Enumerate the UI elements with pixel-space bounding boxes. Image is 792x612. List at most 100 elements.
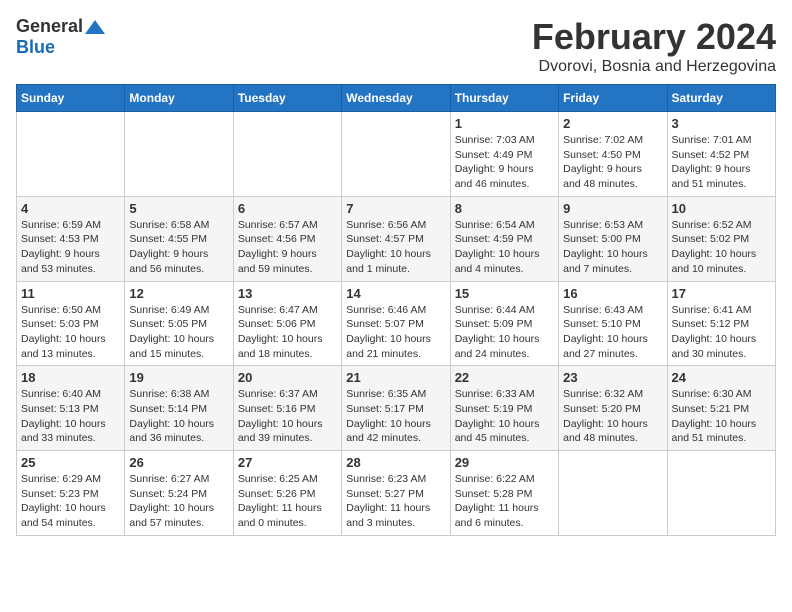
calendar-cell: 24 Sunrise: 6:30 AMSunset: 5:21 PMDayligh…	[667, 366, 775, 451]
day-info: Sunrise: 6:32 AMSunset: 5:20 PMDaylight:…	[563, 387, 662, 446]
calendar-cell: 3Sunrise: 7:01 AMSunset: 4:52 PMDaylight…	[667, 112, 775, 197]
calendar-cell: 14 Sunrise: 6:46 AMSunset: 5:07 PMDayligh…	[342, 281, 450, 366]
calendar-cell: 19 Sunrise: 6:38 AMSunset: 5:14 PMDayligh…	[125, 366, 233, 451]
logo-general-text: General	[16, 16, 83, 37]
calendar-cell: 7 Sunrise: 6:56 AMSunset: 4:57 PMDaylight…	[342, 196, 450, 281]
calendar-cell: 25 Sunrise: 6:29 AMSunset: 5:23 PMDayligh…	[17, 451, 125, 536]
weekday-header-tuesday: Tuesday	[233, 85, 341, 112]
title-area: February 2024 Dvorovi, Bosnia and Herzeg…	[532, 16, 776, 76]
calendar-cell: 17 Sunrise: 6:41 AMSunset: 5:12 PMDayligh…	[667, 281, 775, 366]
weekday-header-thursday: Thursday	[450, 85, 558, 112]
calendar-cell: 1 Sunrise: 7:03 AMSunset: 4:49 PMDaylight…	[450, 112, 558, 197]
calendar-table: SundayMondayTuesdayWednesdayThursdayFrid…	[16, 84, 776, 536]
day-info: Sunrise: 6:23 AMSunset: 5:27 PMDaylight:…	[346, 472, 445, 531]
calendar-cell: 8Sunrise: 6:54 AMSunset: 4:59 PMDaylight…	[450, 196, 558, 281]
calendar-cell: 29 Sunrise: 6:22 AMSunset: 5:28 PMDayligh…	[450, 451, 558, 536]
calendar-week-row: 4 Sunrise: 6:59 AMSunset: 4:53 PMDaylight…	[17, 196, 776, 281]
calendar-cell: 23 Sunrise: 6:32 AMSunset: 5:20 PMDayligh…	[559, 366, 667, 451]
calendar-cell: 4 Sunrise: 6:59 AMSunset: 4:53 PMDaylight…	[17, 196, 125, 281]
month-title: February 2024	[532, 16, 776, 58]
calendar-cell: 26 Sunrise: 6:27 AMSunset: 5:24 PMDayligh…	[125, 451, 233, 536]
day-number: 6	[238, 201, 337, 216]
day-number: 10	[672, 201, 771, 216]
day-info: Sunrise: 6:37 AMSunset: 5:16 PMDaylight:…	[238, 387, 337, 446]
day-info: Sunrise: 6:52 AMSunset: 5:02 PMDaylight:…	[672, 218, 771, 277]
calendar-cell	[125, 112, 233, 197]
calendar-cell: 2Sunrise: 7:02 AMSunset: 4:50 PMDaylight…	[559, 112, 667, 197]
day-number: 24	[672, 370, 771, 385]
calendar-cell: 16 Sunrise: 6:43 AMSunset: 5:10 PMDayligh…	[559, 281, 667, 366]
day-number: 26	[129, 455, 228, 470]
calendar-cell: 21Sunrise: 6:35 AMSunset: 5:17 PMDayligh…	[342, 366, 450, 451]
day-info: Sunrise: 6:40 AMSunset: 5:13 PMDaylight:…	[21, 387, 120, 446]
calendar-cell	[233, 112, 341, 197]
weekday-header-wednesday: Wednesday	[342, 85, 450, 112]
day-number: 14	[346, 286, 445, 301]
day-info: Sunrise: 6:54 AMSunset: 4:59 PMDaylight:…	[455, 218, 554, 277]
day-number: 29	[455, 455, 554, 470]
day-info: Sunrise: 6:38 AMSunset: 5:14 PMDaylight:…	[129, 387, 228, 446]
day-number: 16	[563, 286, 662, 301]
calendar-week-row: 18 Sunrise: 6:40 AMSunset: 5:13 PMDayligh…	[17, 366, 776, 451]
day-info: Sunrise: 7:02 AMSunset: 4:50 PMDaylight:…	[563, 133, 662, 192]
day-number: 7	[346, 201, 445, 216]
logo-blue-text: Blue	[16, 37, 55, 57]
calendar-cell: 5 Sunrise: 6:58 AMSunset: 4:55 PMDaylight…	[125, 196, 233, 281]
day-info: Sunrise: 7:03 AMSunset: 4:49 PMDaylight:…	[455, 133, 554, 192]
day-info: Sunrise: 6:25 AMSunset: 5:26 PMDaylight:…	[238, 472, 337, 531]
calendar-cell: 27Sunrise: 6:25 AMSunset: 5:26 PMDayligh…	[233, 451, 341, 536]
header: General Blue February 2024 Dvorovi, Bosn…	[16, 16, 776, 76]
logo: General Blue	[16, 16, 105, 58]
day-number: 1	[455, 116, 554, 131]
calendar-cell: 10 Sunrise: 6:52 AMSunset: 5:02 PMDayligh…	[667, 196, 775, 281]
calendar-cell: 12Sunrise: 6:49 AMSunset: 5:05 PMDayligh…	[125, 281, 233, 366]
weekday-header-row: SundayMondayTuesdayWednesdayThursdayFrid…	[17, 85, 776, 112]
calendar-week-row: 11Sunrise: 6:50 AMSunset: 5:03 PMDayligh…	[17, 281, 776, 366]
calendar-cell: 28 Sunrise: 6:23 AMSunset: 5:27 PMDayligh…	[342, 451, 450, 536]
day-number: 25	[21, 455, 120, 470]
weekday-header-sunday: Sunday	[17, 85, 125, 112]
weekday-header-monday: Monday	[125, 85, 233, 112]
day-info: Sunrise: 6:56 AMSunset: 4:57 PMDaylight:…	[346, 218, 445, 277]
day-info: Sunrise: 6:47 AMSunset: 5:06 PMDaylight:…	[238, 303, 337, 362]
day-number: 19	[129, 370, 228, 385]
day-info: Sunrise: 6:22 AMSunset: 5:28 PMDaylight:…	[455, 472, 554, 531]
logo-icon	[85, 20, 105, 34]
calendar-cell	[342, 112, 450, 197]
day-info: Sunrise: 6:35 AMSunset: 5:17 PMDaylight:…	[346, 387, 445, 446]
day-info: Sunrise: 6:46 AMSunset: 5:07 PMDaylight:…	[346, 303, 445, 362]
calendar-week-row: 25 Sunrise: 6:29 AMSunset: 5:23 PMDayligh…	[17, 451, 776, 536]
day-number: 28	[346, 455, 445, 470]
day-info: Sunrise: 6:30 AMSunset: 5:21 PMDaylight:…	[672, 387, 771, 446]
day-info: Sunrise: 6:57 AMSunset: 4:56 PMDaylight:…	[238, 218, 337, 277]
day-info: Sunrise: 6:59 AMSunset: 4:53 PMDaylight:…	[21, 218, 120, 277]
day-info: Sunrise: 6:58 AMSunset: 4:55 PMDaylight:…	[129, 218, 228, 277]
day-info: Sunrise: 6:41 AMSunset: 5:12 PMDaylight:…	[672, 303, 771, 362]
day-number: 15	[455, 286, 554, 301]
weekday-header-friday: Friday	[559, 85, 667, 112]
calendar-cell: 11Sunrise: 6:50 AMSunset: 5:03 PMDayligh…	[17, 281, 125, 366]
day-info: Sunrise: 6:50 AMSunset: 5:03 PMDaylight:…	[21, 303, 120, 362]
day-number: 17	[672, 286, 771, 301]
day-info: Sunrise: 6:27 AMSunset: 5:24 PMDaylight:…	[129, 472, 228, 531]
calendar-cell: 13 Sunrise: 6:47 AMSunset: 5:06 PMDayligh…	[233, 281, 341, 366]
day-number: 3	[672, 116, 771, 131]
calendar-cell	[559, 451, 667, 536]
day-number: 22	[455, 370, 554, 385]
location-subtitle: Dvorovi, Bosnia and Herzegovina	[532, 58, 776, 76]
day-info: Sunrise: 6:29 AMSunset: 5:23 PMDaylight:…	[21, 472, 120, 531]
day-number: 13	[238, 286, 337, 301]
day-number: 23	[563, 370, 662, 385]
day-number: 9	[563, 201, 662, 216]
day-info: Sunrise: 6:53 AMSunset: 5:00 PMDaylight:…	[563, 218, 662, 277]
day-number: 5	[129, 201, 228, 216]
calendar-cell: 9 Sunrise: 6:53 AMSunset: 5:00 PMDaylight…	[559, 196, 667, 281]
calendar-cell	[667, 451, 775, 536]
day-number: 18	[21, 370, 120, 385]
calendar-cell: 20 Sunrise: 6:37 AMSunset: 5:16 PMDayligh…	[233, 366, 341, 451]
day-info: Sunrise: 6:33 AMSunset: 5:19 PMDaylight:…	[455, 387, 554, 446]
day-number: 4	[21, 201, 120, 216]
day-number: 20	[238, 370, 337, 385]
day-number: 12	[129, 286, 228, 301]
day-info: Sunrise: 6:43 AMSunset: 5:10 PMDaylight:…	[563, 303, 662, 362]
